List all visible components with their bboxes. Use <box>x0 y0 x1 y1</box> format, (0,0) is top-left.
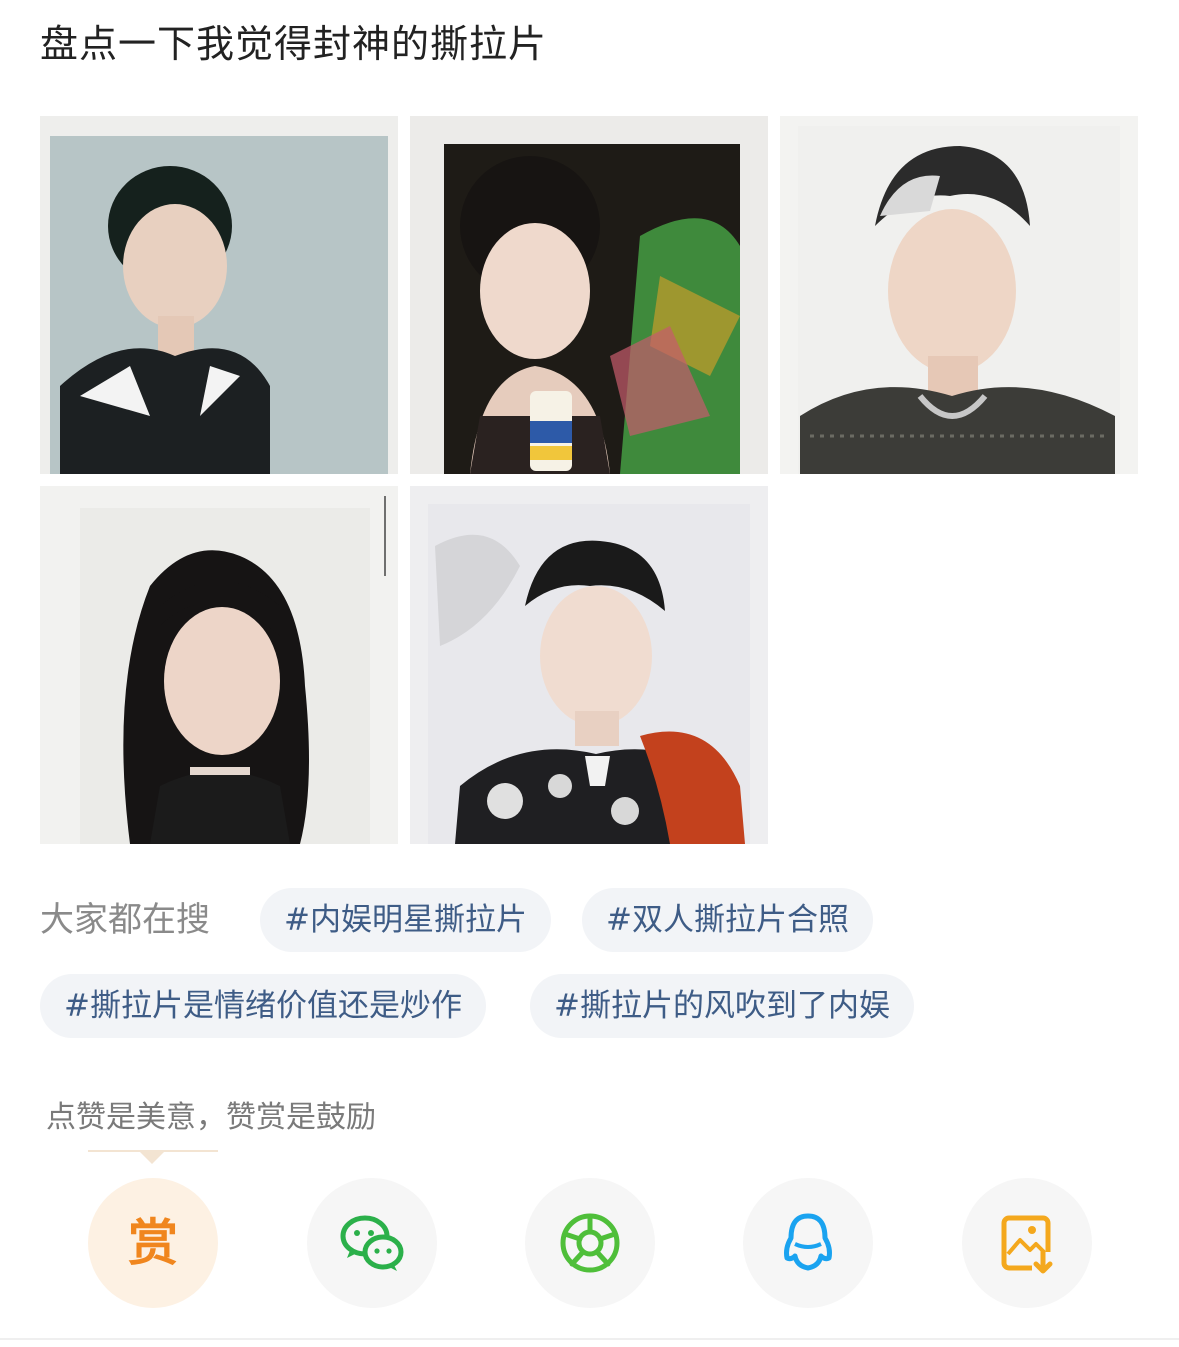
save-image-button[interactable] <box>962 1178 1092 1308</box>
reward-hint-text: 点赞是美意，赞赏是鼓励 <box>46 1100 376 1135</box>
post-detail-page: 盘点一下我觉得封神的撕拉片 大家都在搜 #内娱明星撕拉片 #双人撕拉片合照 #撕… <box>0 0 1179 1347</box>
reward-button[interactable]: 赏 <box>88 1178 218 1308</box>
qq-icon <box>784 1213 832 1271</box>
photo-4[interactable] <box>40 486 398 844</box>
polaroid-photo-woman-with-drink <box>410 116 768 474</box>
bottom-divider <box>0 1338 1179 1340</box>
hot-search-label: 大家都在搜 <box>40 900 210 940</box>
photo-3[interactable] <box>780 116 1138 474</box>
hot-search-tag[interactable]: #撕拉片是情绪价值还是炒作 <box>40 974 486 1038</box>
polaroid-photo-man-black-jacket <box>40 116 398 474</box>
hot-search-tag[interactable]: #撕拉片的风吹到了内娱 <box>530 974 914 1038</box>
wechat-icon <box>340 1215 404 1271</box>
polaroid-photo-woman-long-hair <box>40 486 398 844</box>
moments-icon <box>560 1213 620 1273</box>
hot-search-tag[interactable]: #内娱明星撕拉片 <box>260 888 551 952</box>
polaroid-photo-man-silver-hair <box>780 116 1138 474</box>
photo-5[interactable] <box>410 486 768 844</box>
hint-pointer <box>138 1150 166 1164</box>
share-moments-button[interactable] <box>525 1178 655 1308</box>
photo-1[interactable] <box>40 116 398 474</box>
reward-icon: 赏 <box>128 1214 178 1272</box>
share-qq-button[interactable] <box>743 1178 873 1308</box>
save-image-icon <box>1001 1215 1054 1274</box>
post-title: 盘点一下我觉得封神的撕拉片 <box>40 22 548 66</box>
share-wechat-button[interactable] <box>307 1178 437 1308</box>
photo-2[interactable] <box>410 116 768 474</box>
polaroid-photo-boy-embroidered-jacket <box>410 486 768 844</box>
hot-search-tag[interactable]: #双人撕拉片合照 <box>582 888 873 952</box>
